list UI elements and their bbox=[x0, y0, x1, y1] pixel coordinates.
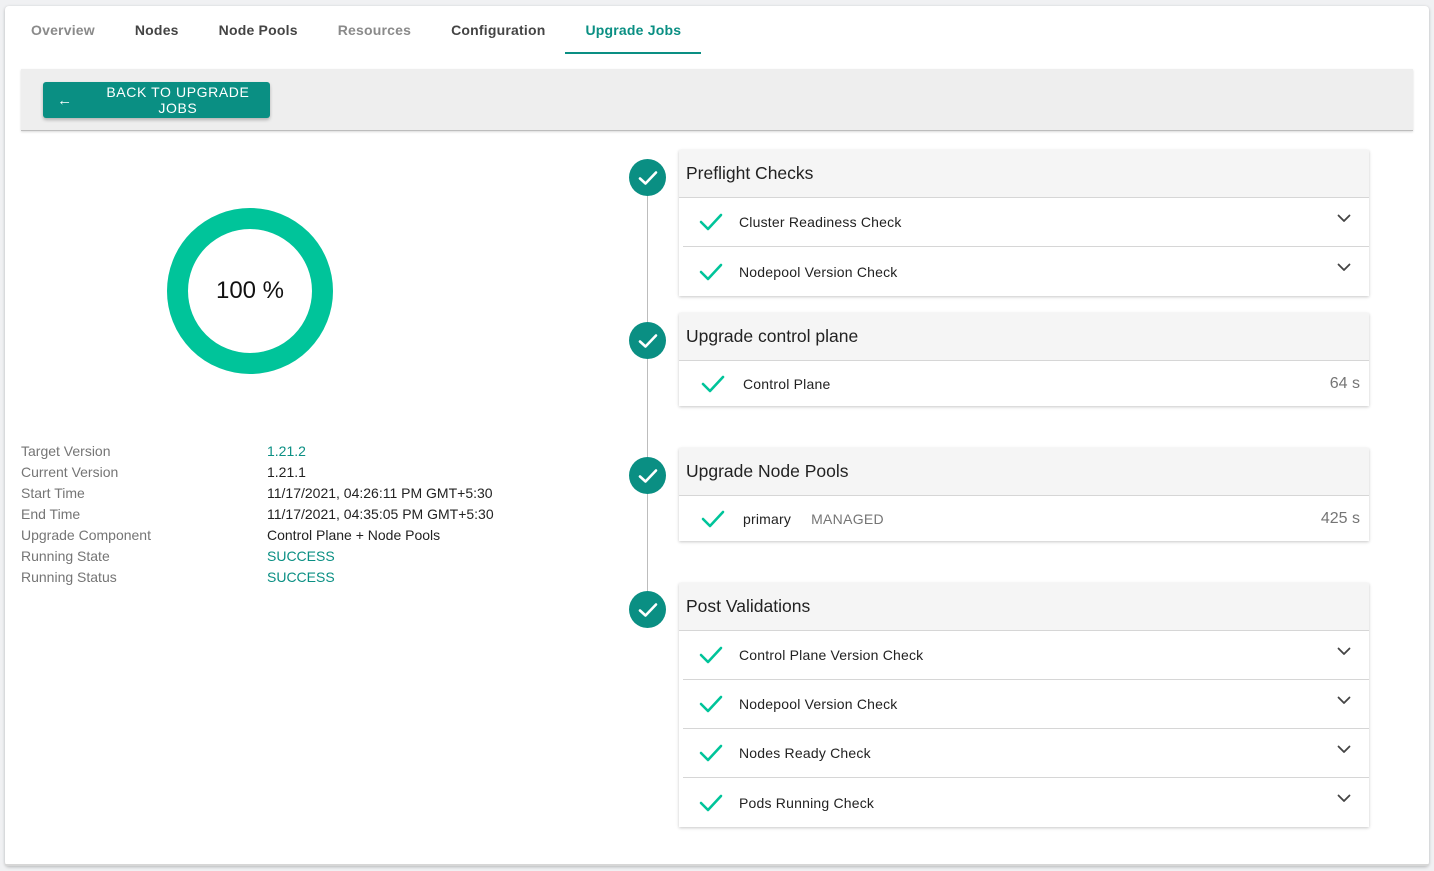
detail-row-start-time: Start Time 11/17/2021, 04:26:11 PM GMT+5… bbox=[21, 483, 621, 504]
check-row-nodes-ready[interactable]: Nodes Ready Check bbox=[683, 729, 1369, 778]
chevron-down-icon[interactable] bbox=[1337, 794, 1351, 803]
stage-upgrade-node-pools: Upgrade Node Pools primary MANAGED 425 s bbox=[679, 448, 1369, 541]
check-label: Nodepool Version Check bbox=[739, 263, 898, 280]
timeline-line bbox=[647, 186, 648, 610]
tab-resources[interactable]: Resources bbox=[318, 6, 431, 54]
arrow-left-icon: ← bbox=[57, 91, 73, 109]
check-icon bbox=[699, 794, 723, 811]
detail-row-end-time: End Time 11/17/2021, 04:35:05 PM GMT+5:3… bbox=[21, 504, 621, 525]
back-button-label: BACK TO UPGRADE JOBS bbox=[106, 84, 250, 116]
detail-label: Upgrade Component bbox=[21, 527, 151, 543]
check-icon bbox=[699, 695, 723, 713]
detail-value: 11/17/2021, 04:26:11 PM GMT+5:30 bbox=[267, 485, 493, 501]
tab-nodes[interactable]: Nodes bbox=[115, 6, 199, 54]
check-label: Control Plane Version Check bbox=[739, 647, 924, 663]
checkmark-icon bbox=[638, 602, 657, 617]
chevron-down-icon[interactable] bbox=[1337, 745, 1351, 754]
checkmark-icon bbox=[638, 170, 657, 185]
check-label: Pods Running Check bbox=[739, 794, 875, 811]
detail-value: 1.21.2 bbox=[267, 443, 306, 459]
checkmark-icon bbox=[638, 468, 657, 483]
tab-configuration[interactable]: Configuration bbox=[431, 6, 565, 54]
check-label: Cluster Readiness Check bbox=[739, 214, 902, 230]
duration: 425 s bbox=[1320, 509, 1360, 527]
check-icon bbox=[699, 646, 723, 664]
item-label: primary bbox=[743, 510, 792, 527]
detail-row-upgrade-component: Upgrade Component Control Plane + Node P… bbox=[21, 525, 621, 546]
detail-value: SUCCESS bbox=[267, 548, 335, 564]
check-row-nodepool-version[interactable]: Nodepool Version Check bbox=[683, 247, 1369, 296]
check-icon bbox=[699, 263, 723, 280]
stage-title: Preflight Checks bbox=[679, 150, 1369, 198]
detail-row-running-status: Running Status SUCCESS bbox=[21, 567, 621, 588]
detail-row-current-version: Current Version 1.21.1 bbox=[21, 462, 621, 483]
detail-value: Control Plane + Node Pools bbox=[267, 527, 441, 543]
check-row-cluster-readiness[interactable]: Cluster Readiness Check bbox=[683, 198, 1369, 247]
stage-upgrade-control-plane: Upgrade control plane Control Plane 64 s bbox=[679, 313, 1369, 406]
check-icon bbox=[701, 375, 725, 392]
check-row-control-plane-version[interactable]: Control Plane Version Check bbox=[683, 631, 1369, 680]
detail-row-target-version: Target Version 1.21.2 bbox=[21, 441, 621, 462]
stage-title: Post Validations bbox=[679, 583, 1369, 631]
detail-label: Running Status bbox=[21, 569, 117, 585]
tab-node-pools[interactable]: Node Pools bbox=[199, 6, 318, 54]
check-label: Nodepool Version Check bbox=[739, 696, 898, 712]
stage-title: Upgrade control plane bbox=[679, 313, 1369, 361]
detail-value: 11/17/2021, 04:35:05 PM GMT+5:30 bbox=[267, 506, 494, 522]
card-bottom-edge bbox=[5, 864, 1429, 866]
check-label: Nodes Ready Check bbox=[739, 745, 871, 761]
node-pool-row: primary MANAGED 425 s bbox=[683, 496, 1369, 541]
duration: 64 s bbox=[1329, 374, 1360, 392]
stage-post-validations: Post Validations Control Plane Version C… bbox=[679, 583, 1369, 827]
detail-row-running-state: Running State SUCCESS bbox=[21, 546, 621, 567]
check-row-pods-running[interactable]: Pods Running Check bbox=[683, 778, 1369, 827]
check-icon bbox=[699, 213, 723, 231]
node-pool-type-tag: MANAGED bbox=[811, 510, 884, 527]
check-icon bbox=[699, 744, 723, 762]
detail-value: 1.21.1 bbox=[267, 464, 306, 480]
chevron-down-icon[interactable] bbox=[1337, 263, 1351, 272]
chevron-down-icon[interactable] bbox=[1337, 214, 1351, 223]
detail-label: Start Time bbox=[21, 485, 85, 501]
upgrade-job-card: Overview Nodes Node Pools Resources Conf… bbox=[5, 6, 1429, 866]
control-plane-row: Control Plane 64 s bbox=[683, 361, 1369, 406]
check-row-nodepool-version-post[interactable]: Nodepool Version Check bbox=[683, 680, 1369, 729]
tab-overview[interactable]: Overview bbox=[11, 6, 115, 54]
chevron-down-icon[interactable] bbox=[1337, 647, 1351, 656]
tab-bar: Overview Nodes Node Pools Resources Conf… bbox=[11, 6, 701, 54]
tab-upgrade-jobs[interactable]: Upgrade Jobs bbox=[565, 6, 701, 54]
stage-complete-icon bbox=[629, 591, 666, 628]
back-to-upgrade-jobs-button[interactable]: ← BACK TO UPGRADE JOBS bbox=[43, 82, 270, 118]
detail-value: SUCCESS bbox=[267, 569, 335, 585]
detail-label: Current Version bbox=[21, 464, 119, 480]
stage-preflight-checks: Preflight Checks Cluster Readiness Check… bbox=[679, 150, 1369, 296]
toolbar: ← BACK TO UPGRADE JOBS bbox=[21, 69, 1413, 131]
progress-label: 100 % bbox=[215, 277, 285, 304]
detail-label: Target Version bbox=[21, 443, 111, 459]
chevron-down-icon[interactable] bbox=[1337, 696, 1351, 705]
detail-label: End Time bbox=[21, 506, 81, 522]
check-icon bbox=[701, 510, 725, 527]
item-label: Control Plane bbox=[743, 375, 831, 392]
checkmark-icon bbox=[638, 333, 657, 348]
stage-complete-icon bbox=[629, 322, 666, 359]
stage-title: Upgrade Node Pools bbox=[679, 448, 1369, 496]
stage-complete-icon bbox=[629, 457, 666, 494]
detail-label: Running State bbox=[21, 548, 110, 564]
stage-complete-icon bbox=[629, 159, 666, 196]
